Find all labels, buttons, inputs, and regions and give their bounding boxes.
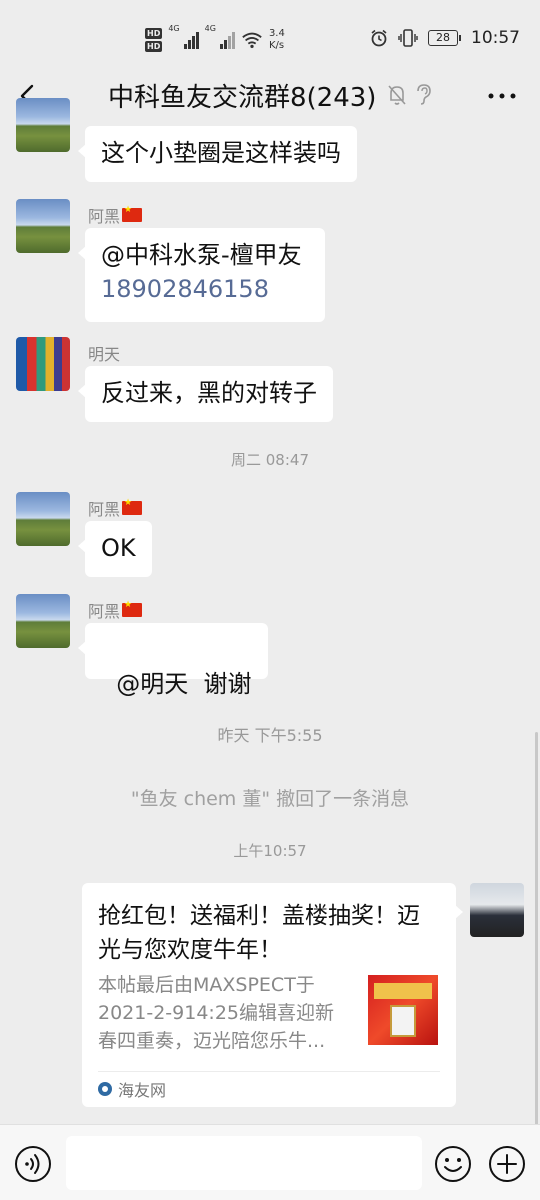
my-avatar[interactable] (470, 883, 524, 937)
china-flag-icon (122, 498, 143, 515)
emoji-button[interactable] (434, 1145, 472, 1183)
hd-badge-1: HD (145, 28, 163, 39)
sender-name: 阿黑 (88, 598, 143, 622)
sender-label: 阿黑 (88, 500, 121, 519)
hd-indicators: HD HD (145, 28, 163, 52)
network-speed: 3.4 K/s (269, 28, 285, 52)
timestamp: 上午10:57 (233, 842, 307, 860)
input-bar (0, 1124, 540, 1200)
card-divider (98, 1071, 440, 1072)
message-bubble[interactable]: OK (78, 521, 152, 577)
plus-button[interactable] (488, 1145, 526, 1183)
message-text: 这个小垫圈是这样装吗 (101, 139, 341, 167)
network-type-1: 4G (168, 24, 180, 33)
card-description: 本帖最后由MAXSPECT于2021-2-914:25编辑喜迎新春四重奏，迈光陪… (98, 974, 334, 1052)
network-speed-value: 3.4 (268, 28, 285, 39)
card-source-name: 海友网 (118, 1081, 167, 1100)
message-input[interactable] (66, 1136, 422, 1190)
message-text: OK (101, 534, 136, 562)
timestamp: 昨天 下午5:55 (217, 726, 323, 745)
status-bar: HD HD 4G 4G 3.4 K/s 28 10:57 (0, 0, 540, 74)
avatar[interactable] (16, 98, 70, 152)
bell-off-icon (388, 85, 406, 105)
signal-2-icon (219, 31, 235, 49)
signal-1-icon (183, 31, 199, 49)
ear-icon (417, 84, 431, 105)
emoji-icon (435, 1146, 471, 1182)
message-bubble[interactable]: @明天 谢谢 (78, 623, 268, 698)
china-flag-icon (122, 205, 143, 222)
china-flag-icon (122, 600, 143, 617)
plus-icon (489, 1146, 525, 1182)
network-type-2: 4G (204, 24, 216, 33)
message-text: @明天 谢谢 (116, 670, 252, 698)
voice-icon (15, 1146, 51, 1182)
sender-label: 明天 (88, 345, 121, 364)
clock: 10:57 (471, 28, 520, 48)
vibrate-icon (398, 29, 418, 47)
avatar[interactable] (16, 199, 70, 253)
card-source: 海友网 (98, 1077, 166, 1101)
more-icon (488, 93, 516, 99)
timestamp: 周二 08:47 (231, 451, 309, 469)
chat-title: 中科鱼友交流群8(243) (108, 83, 377, 113)
wifi-icon (242, 32, 262, 49)
chat-header: 中科鱼友交流群8(243) (0, 74, 540, 118)
recall-notice: "鱼友 chem 董" 撤回了一条消息 (130, 788, 410, 810)
hd-badge-2: HD (145, 41, 163, 52)
sender-name: 阿黑 (88, 496, 143, 520)
card-thumbnail (368, 975, 438, 1045)
status-right: 28 10:57 (370, 28, 520, 48)
message-bubble[interactable]: @中科水泵-檀甲友 18902846158 (78, 228, 325, 322)
message-bubble[interactable]: 反过来，黑的对转子 (78, 366, 333, 422)
message-text: 反过来，黑的对转子 (101, 379, 317, 407)
battery-icon: 28 (428, 30, 461, 46)
voice-button[interactable] (14, 1145, 52, 1183)
avatar[interactable] (16, 492, 70, 546)
alarm-icon (371, 29, 387, 47)
sender-name: 阿黑 (88, 203, 143, 227)
phone-link[interactable]: 18902846158 (101, 272, 309, 306)
avatar[interactable] (16, 594, 70, 648)
message-text: @中科水泵-檀甲友 (101, 241, 302, 269)
battery-level: 28 (428, 30, 458, 46)
card-title: 抢红包！送福利！盖楼抽奖！迈光与您欢度牛年！ (98, 903, 420, 963)
sender-label: 阿黑 (88, 602, 121, 621)
sender-label: 阿黑 (88, 207, 121, 226)
avatar[interactable] (16, 337, 70, 391)
sender-name: 明天 (88, 341, 120, 365)
source-logo-icon (98, 1082, 112, 1096)
message-bubble[interactable]: 这个小垫圈是这样装吗 (78, 126, 357, 182)
link-card[interactable]: 抢红包！送福利！盖楼抽奖！迈光与您欢度牛年！ 本帖最后由MAXSPECT于202… (82, 883, 463, 1107)
network-speed-unit: K/s (268, 40, 285, 51)
more-button[interactable] (486, 82, 518, 110)
status-left: HD HD 4G 4G 3.4 K/s (145, 24, 285, 56)
scrollbar[interactable] (535, 732, 538, 1127)
